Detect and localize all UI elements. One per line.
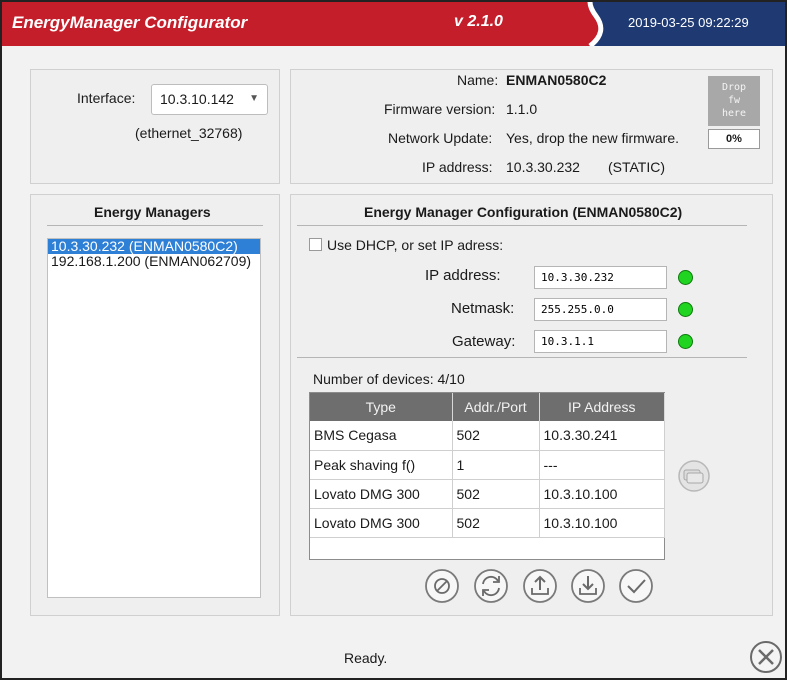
upload-button[interactable] [522,568,558,604]
cell-port: 502 [452,508,540,538]
confirm-button[interactable] [618,568,654,604]
energy-managers-panel: Energy Managers 10.3.30.232 (ENMAN0580C2… [30,194,280,616]
devices-count: Number of devices: 4/10 [313,371,465,387]
copy-icon[interactable] [677,459,711,493]
network-update-value: Yes, drop the new firmware. [506,130,680,146]
interface-adapter: (ethernet_32768) [135,125,243,141]
ip-address-input[interactable] [534,266,667,289]
list-item[interactable]: 10.3.30.232 (ENMAN0580C2) [48,239,260,254]
cell-port: 1 [452,450,540,480]
netmask-status-indicator [678,302,693,317]
ip-address-value: 10.3.30.232 [506,159,580,175]
cell-ip: --- [539,450,665,480]
table-row[interactable]: Peak shaving f() 1 --- [310,450,665,480]
interface-panel: Interface: 10.3.10.142 ▼ (ethernet_32768… [30,69,280,184]
datetime-readout: 2019-03-25 09:22:29 [628,15,749,30]
refresh-button[interactable] [473,568,509,604]
list-item[interactable]: 192.168.1.200 (ENMAN062709) [48,254,260,269]
cell-port: 502 [452,421,540,451]
cell-ip: 10.3.10.100 [539,508,665,538]
title-bar: EnergyManager Configurator v 2.1.0 2019-… [2,2,785,46]
table-row[interactable]: BMS Cegasa 502 10.3.30.241 [310,421,665,451]
drop-fw-text-3: here [721,108,747,119]
netmask-label: Netmask: [451,300,515,317]
table-header-row: Type Addr./Port IP Address [310,393,665,421]
firmware-progress: 0% [708,129,760,149]
confirm-icon [619,569,653,603]
close-button[interactable] [749,640,783,674]
device-name: ENMAN0580C2 [506,72,607,88]
column-header-port[interactable]: Addr./Port [452,393,540,421]
ip-mode: (STATIC) [608,159,666,175]
cell-type: Lovato DMG 300 [310,508,453,538]
app-window: EnergyManager Configurator v 2.1.0 2019-… [0,0,787,680]
gateway-status-indicator [678,334,693,349]
chevron-down-icon: ▼ [249,93,259,104]
dhcp-checkbox[interactable] [309,238,322,251]
cell-ip: 10.3.10.100 [539,479,665,509]
gateway-input[interactable] [534,330,667,353]
upload-icon [523,569,557,603]
netmask-input[interactable] [534,298,667,321]
table-row[interactable]: Lovato DMG 300 502 10.3.10.100 [310,508,665,538]
energy-managers-list[interactable]: 10.3.30.232 (ENMAN0580C2) 192.168.1.200 … [47,238,261,598]
cell-type: Peak shaving f() [310,450,453,480]
download-icon [571,569,605,603]
ip-address-label: IP address: [422,159,493,175]
energy-managers-title: Energy Managers [94,204,211,220]
devices-table: Type Addr./Port IP Address BMS Cegasa 50… [309,392,665,560]
interface-label: Interface: [77,90,136,106]
drop-fw-text-2: fw [727,95,741,106]
configuration-panel: Energy Manager Configuration (ENMAN0580C… [290,194,773,616]
device-info-panel: Name: ENMAN0580C2 Firmware version: 1.1.… [290,69,773,184]
firmware-label: Firmware version: [384,101,496,117]
cell-type: BMS Cegasa [310,421,453,451]
name-label: Name: [457,72,499,88]
download-button[interactable] [570,568,606,604]
cell-ip: 10.3.30.241 [539,421,665,451]
divider [297,357,747,358]
refresh-icon [474,569,508,603]
column-header-type[interactable]: Type [310,393,453,421]
interface-select-value: 10.3.10.142 [160,91,234,107]
cell-type: Lovato DMG 300 [310,479,453,509]
dhcp-label: Use DHCP, or set IP adress: [327,237,504,253]
configuration-title: Energy Manager Configuration (ENMAN0580C… [364,204,683,220]
status-text: Ready. [344,650,388,666]
divider [297,225,747,226]
app-version: v 2.1.0 [454,13,503,30]
cancel-button[interactable] [424,568,460,604]
firmware-drop-zone[interactable]: Drop fw here [708,76,760,126]
cancel-icon [425,569,459,603]
cell-port: 502 [452,479,540,509]
column-header-ip[interactable]: IP Address [539,393,665,421]
close-icon [750,641,782,673]
gateway-label: Gateway: [452,333,516,350]
divider [47,225,263,226]
network-update-label: Network Update: [388,130,493,146]
firmware-version: 1.1.0 [506,101,538,117]
ip-status-indicator [678,270,693,285]
interface-select[interactable]: 10.3.10.142 ▼ [151,84,268,115]
app-title: EnergyManager Configurator [12,13,248,32]
table-row[interactable]: Lovato DMG 300 502 10.3.10.100 [310,479,665,509]
drop-fw-text-1: Drop [721,82,747,93]
config-ip-label: IP address: [425,267,501,284]
